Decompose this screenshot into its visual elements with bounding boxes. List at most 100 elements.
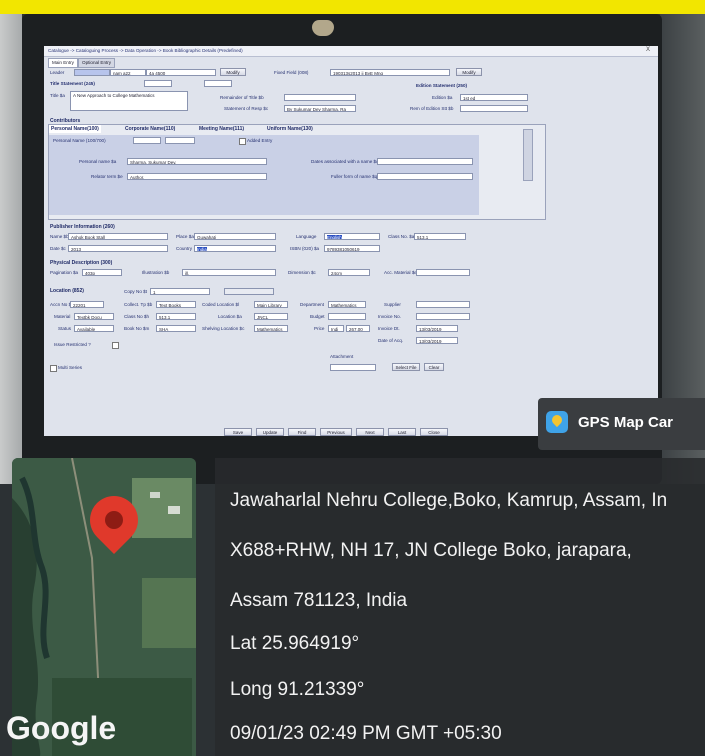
edition-statement-label: Edition Statement (250) xyxy=(416,83,468,88)
save-button[interactable]: Save xyxy=(224,428,252,436)
date-acq-input[interactable]: 13/03/2019 xyxy=(416,337,458,344)
contributor-scrollbar[interactable] xyxy=(523,129,533,181)
supplier-label: Supplier xyxy=(384,302,401,307)
acc-material-input[interactable] xyxy=(416,269,470,276)
previous-button[interactable]: Previous xyxy=(320,428,352,436)
country-select[interactable]: India xyxy=(194,245,276,252)
status-label: Status xyxy=(58,326,72,331)
language-label: Language xyxy=(296,234,317,239)
publisher-name-input[interactable]: Ashok Book Stall xyxy=(68,233,168,240)
map-pin-dot xyxy=(105,511,123,529)
fuller-input[interactable] xyxy=(377,173,473,180)
window-titlebar: Catalogue -> Cataloguing Process -> Data… xyxy=(44,46,658,57)
tab-uniform-name[interactable]: Uniform Name(130) xyxy=(267,125,313,133)
edition-sa-label: Edition $a xyxy=(432,95,453,100)
tab-personal-name[interactable]: Personal Name(100) xyxy=(49,125,101,133)
accn-no-input[interactable]: 22201 xyxy=(70,301,104,308)
find-button[interactable]: Find xyxy=(288,428,316,436)
class-no-h-input[interactable]: 513.1 xyxy=(156,313,196,320)
country-value: India xyxy=(197,247,207,252)
rem-edition-input[interactable] xyxy=(460,105,528,112)
title-indicator-2[interactable] xyxy=(204,80,232,87)
isbn-input[interactable]: 9789381050619 xyxy=(324,245,380,252)
relator-input[interactable]: Author. xyxy=(127,173,267,180)
invoice-dt-input[interactable]: 13/03/2019 xyxy=(416,325,458,332)
department-select[interactable]: Mathematics xyxy=(328,301,366,308)
budget-label: Budget xyxy=(310,314,325,319)
pagination-input[interactable]: 403p xyxy=(82,269,122,276)
close-button[interactable]: X xyxy=(646,47,650,53)
attachment-input[interactable] xyxy=(330,364,376,371)
price-currency-select[interactable]: Indi xyxy=(328,325,344,332)
attachment-label: Attachment xyxy=(330,354,354,359)
leader-input-2[interactable]: 4a 4500 xyxy=(146,69,216,76)
date-input[interactable]: 2013 xyxy=(68,245,168,252)
edition-input[interactable]: 1st ed xyxy=(460,94,528,101)
close-form-button[interactable]: Close xyxy=(420,428,448,436)
coded-loc-select[interactable]: Main Library xyxy=(254,301,288,308)
tab-corporate-name[interactable]: Corporate Name(110) xyxy=(125,125,175,133)
dates-input[interactable] xyxy=(377,158,473,165)
tab-meeting-name[interactable]: Meeting Name(111) xyxy=(199,125,244,133)
language-select[interactable]: English xyxy=(324,233,380,240)
collect-select[interactable]: Text Books xyxy=(156,301,196,308)
multi-series-checkbox[interactable] xyxy=(50,365,57,372)
acc-material-label: Acc. Material $e xyxy=(384,270,417,275)
name-sb-label: Name $b xyxy=(50,234,69,239)
personal-name-input[interactable]: Sharma, Sukumar Dev, xyxy=(127,158,267,165)
personal-name-700-label: Personal Name (100/700) xyxy=(53,138,106,143)
copy-no-select-2[interactable] xyxy=(224,288,274,295)
place-label: Place $a xyxy=(176,234,194,239)
title-input[interactable]: A New Approach to College Mathematics xyxy=(70,91,188,111)
fixed-field-input[interactable]: 190313s2013 ii ByE Mng xyxy=(330,69,450,76)
price-input[interactable]: 267.00 xyxy=(346,325,370,332)
class-no-input[interactable]: 513.1 xyxy=(414,233,466,240)
personal-indicator-1[interactable] xyxy=(133,137,161,144)
pagination-label: Pagination $a xyxy=(50,270,79,275)
contributor-entry: Personal Name (100/700) Added Entry Pers… xyxy=(49,135,479,215)
next-button[interactable]: Next xyxy=(356,428,384,436)
update-button[interactable]: Update xyxy=(256,428,284,436)
gps-camera-icon xyxy=(546,411,568,433)
fixed-field-modify-button[interactable]: Modify xyxy=(456,68,482,76)
timestamp-text: 09/01/23 02:49 PM GMT +05:30 xyxy=(230,723,502,744)
personal-indicator-2[interactable] xyxy=(165,137,195,144)
longitude-text: Long 91.21339° xyxy=(230,679,365,700)
tab-optional-entry[interactable]: Optional Entry xyxy=(78,58,116,68)
date-acq-label: Date of Acq. xyxy=(378,338,404,343)
tab-main-entry[interactable]: Main Entry xyxy=(48,58,78,68)
leader-select[interactable] xyxy=(74,69,110,76)
address-line-3: Assam 781123, India xyxy=(230,590,408,611)
title-indicator-1[interactable] xyxy=(144,80,172,87)
leader-modify-button[interactable]: Modify xyxy=(220,68,246,76)
remainder-label: Remainder of Title $b xyxy=(220,95,264,100)
status-select[interactable]: Available xyxy=(74,325,114,332)
place-input[interactable]: Guwahati xyxy=(194,233,276,240)
invoice-no-input[interactable] xyxy=(416,313,470,320)
leader-input[interactable]: nam a22 xyxy=(110,69,146,76)
issue-restricted-label: Issue Restricted ? xyxy=(54,342,91,347)
supplier-select[interactable] xyxy=(416,301,470,308)
added-entry-label: Added Entry xyxy=(247,138,273,143)
address-line-1: Jawaharlal Nehru College,Boko, Kamrup, A… xyxy=(230,490,668,511)
remainder-input[interactable] xyxy=(284,94,356,101)
location-label: Location (852) xyxy=(50,288,84,294)
dimension-input[interactable]: 24cm xyxy=(328,269,370,276)
invoice-dt-label: Invoice Dt. xyxy=(378,326,400,331)
illustration-input[interactable]: ill. xyxy=(182,269,276,276)
select-file-button[interactable]: Select File xyxy=(392,363,420,371)
location-sa-input[interactable]: JNCL xyxy=(254,313,288,320)
price-label: Price xyxy=(314,326,325,331)
material-select[interactable]: Textbk Docu xyxy=(74,313,114,320)
budget-select[interactable] xyxy=(328,313,366,320)
clear-button[interactable]: Clear xyxy=(424,363,444,371)
shelving-input[interactable]: Mathematics xyxy=(254,325,288,332)
resp-input[interactable]: By Sukumar Dev Sharma, Ra xyxy=(284,105,356,112)
class-no-h-label: Class No $h xyxy=(124,314,150,319)
issue-restricted-checkbox[interactable] xyxy=(112,342,119,349)
added-entry-checkbox[interactable] xyxy=(239,138,246,145)
last-button[interactable]: Last xyxy=(388,428,416,436)
coded-loc-label: Coded Location $l xyxy=(202,302,240,307)
book-no-input[interactable]: SHA xyxy=(156,325,196,332)
copy-no-select[interactable]: 1 xyxy=(150,288,210,295)
